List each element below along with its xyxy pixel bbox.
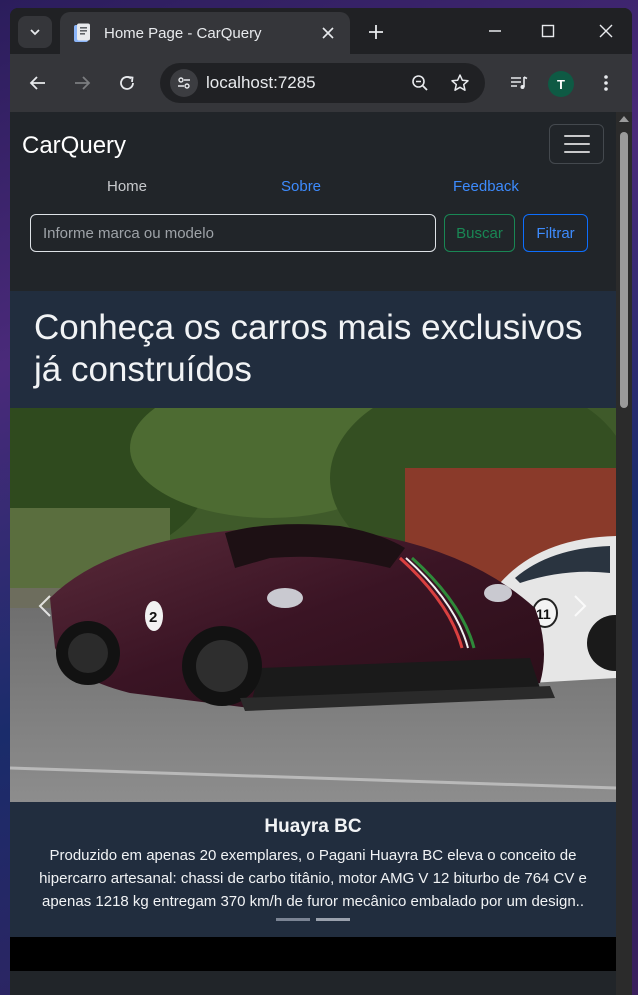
reload-icon xyxy=(120,76,134,90)
reload-button[interactable] xyxy=(111,67,143,99)
search-input[interactable] xyxy=(30,214,436,252)
hamburger-icon-bar xyxy=(563,135,590,137)
caption-title: Huayra BC xyxy=(264,816,362,837)
back-button[interactable] xyxy=(22,67,54,99)
filtrar-button[interactable]: Filtrar xyxy=(523,214,588,252)
tab-strip: Home Page - CarQuery xyxy=(10,8,632,54)
minimize-button[interactable] xyxy=(475,16,515,46)
close-icon[interactable] xyxy=(318,23,338,43)
car-carousel: 11 2 xyxy=(10,408,616,802)
navbar-toggler-button[interactable] xyxy=(549,124,604,164)
close-icon xyxy=(599,24,613,38)
scrollbar-thumb[interactable] xyxy=(620,132,628,408)
nav-link-home[interactable]: Home xyxy=(107,178,147,195)
next-section xyxy=(10,971,616,995)
chevron-down-icon xyxy=(30,29,40,36)
avatar[interactable]: T xyxy=(548,71,574,97)
navbar-brand[interactable]: CarQuery xyxy=(22,132,126,160)
nav-link-feedback[interactable]: Feedback xyxy=(453,178,519,195)
address-bar[interactable]: localhost:7285 xyxy=(160,63,485,103)
carousel-indicator[interactable] xyxy=(276,918,310,921)
tab-search-button[interactable] xyxy=(18,16,52,48)
hero-section: Conheça os carros mais exclusivos já con… xyxy=(10,291,616,937)
chevron-left-icon xyxy=(38,595,51,617)
carousel-indicator-active[interactable] xyxy=(316,918,350,921)
minimize-icon xyxy=(489,30,501,32)
kebab-menu-icon xyxy=(604,75,608,91)
window-close-button[interactable] xyxy=(586,16,626,46)
browser-menu-button[interactable] xyxy=(590,67,622,99)
carousel-image-huayra-bc: 11 2 xyxy=(10,408,616,802)
page-viewport: CarQuery Home Sobre Feedback Buscar Filt… xyxy=(10,112,632,995)
buscar-button[interactable]: Buscar xyxy=(444,214,515,252)
arrow-right-icon xyxy=(75,76,91,90)
forward-button[interactable] xyxy=(66,67,98,99)
hamburger-icon-bar xyxy=(563,151,590,153)
page-scrollbar[interactable] xyxy=(616,112,632,995)
hamburger-icon-bar xyxy=(563,143,590,145)
star-icon[interactable] xyxy=(445,68,475,98)
media-control-button[interactable] xyxy=(503,67,535,99)
chevron-right-icon xyxy=(574,595,587,617)
page: CarQuery Home Sobre Feedback Buscar Filt… xyxy=(10,112,616,995)
carousel-indicators xyxy=(10,918,616,921)
car-number-2: 2 xyxy=(149,609,157,626)
browser-tab[interactable]: Home Page - CarQuery xyxy=(60,12,350,54)
tune-icon[interactable] xyxy=(170,69,198,97)
site-navbar: CarQuery Home Sobre Feedback Buscar Filt… xyxy=(10,112,616,291)
nav-link-sobre[interactable]: Sobre xyxy=(281,178,321,195)
browser-toolbar: localhost:7285 T xyxy=(10,54,632,112)
media-control-icon xyxy=(511,76,528,89)
carousel-prev-button[interactable] xyxy=(30,586,60,626)
carousel-next-button[interactable] xyxy=(565,586,595,626)
scroll-up-arrow-icon[interactable] xyxy=(619,116,629,122)
new-tab-button[interactable] xyxy=(362,18,390,46)
browser-window: Home Page - CarQuery localhost:7285 T Ca… xyxy=(10,8,632,995)
zoom-out-icon[interactable] xyxy=(405,68,435,98)
tab-title: Home Page - CarQuery xyxy=(104,24,262,42)
section-divider xyxy=(10,937,616,971)
maximize-icon xyxy=(541,24,555,38)
document-icon xyxy=(72,23,92,43)
maximize-button[interactable] xyxy=(528,16,568,46)
hero-title: Conheça os carros mais exclusivos já con… xyxy=(34,308,583,389)
plus-icon xyxy=(369,25,383,39)
url-text[interactable]: localhost:7285 xyxy=(206,73,405,93)
caption-text: Produzido em apenas 20 exemplares, o Pag… xyxy=(39,847,587,910)
arrow-left-icon xyxy=(29,76,45,90)
carousel-caption: Huayra BC Produzido em apenas 20 exempla… xyxy=(10,802,616,937)
